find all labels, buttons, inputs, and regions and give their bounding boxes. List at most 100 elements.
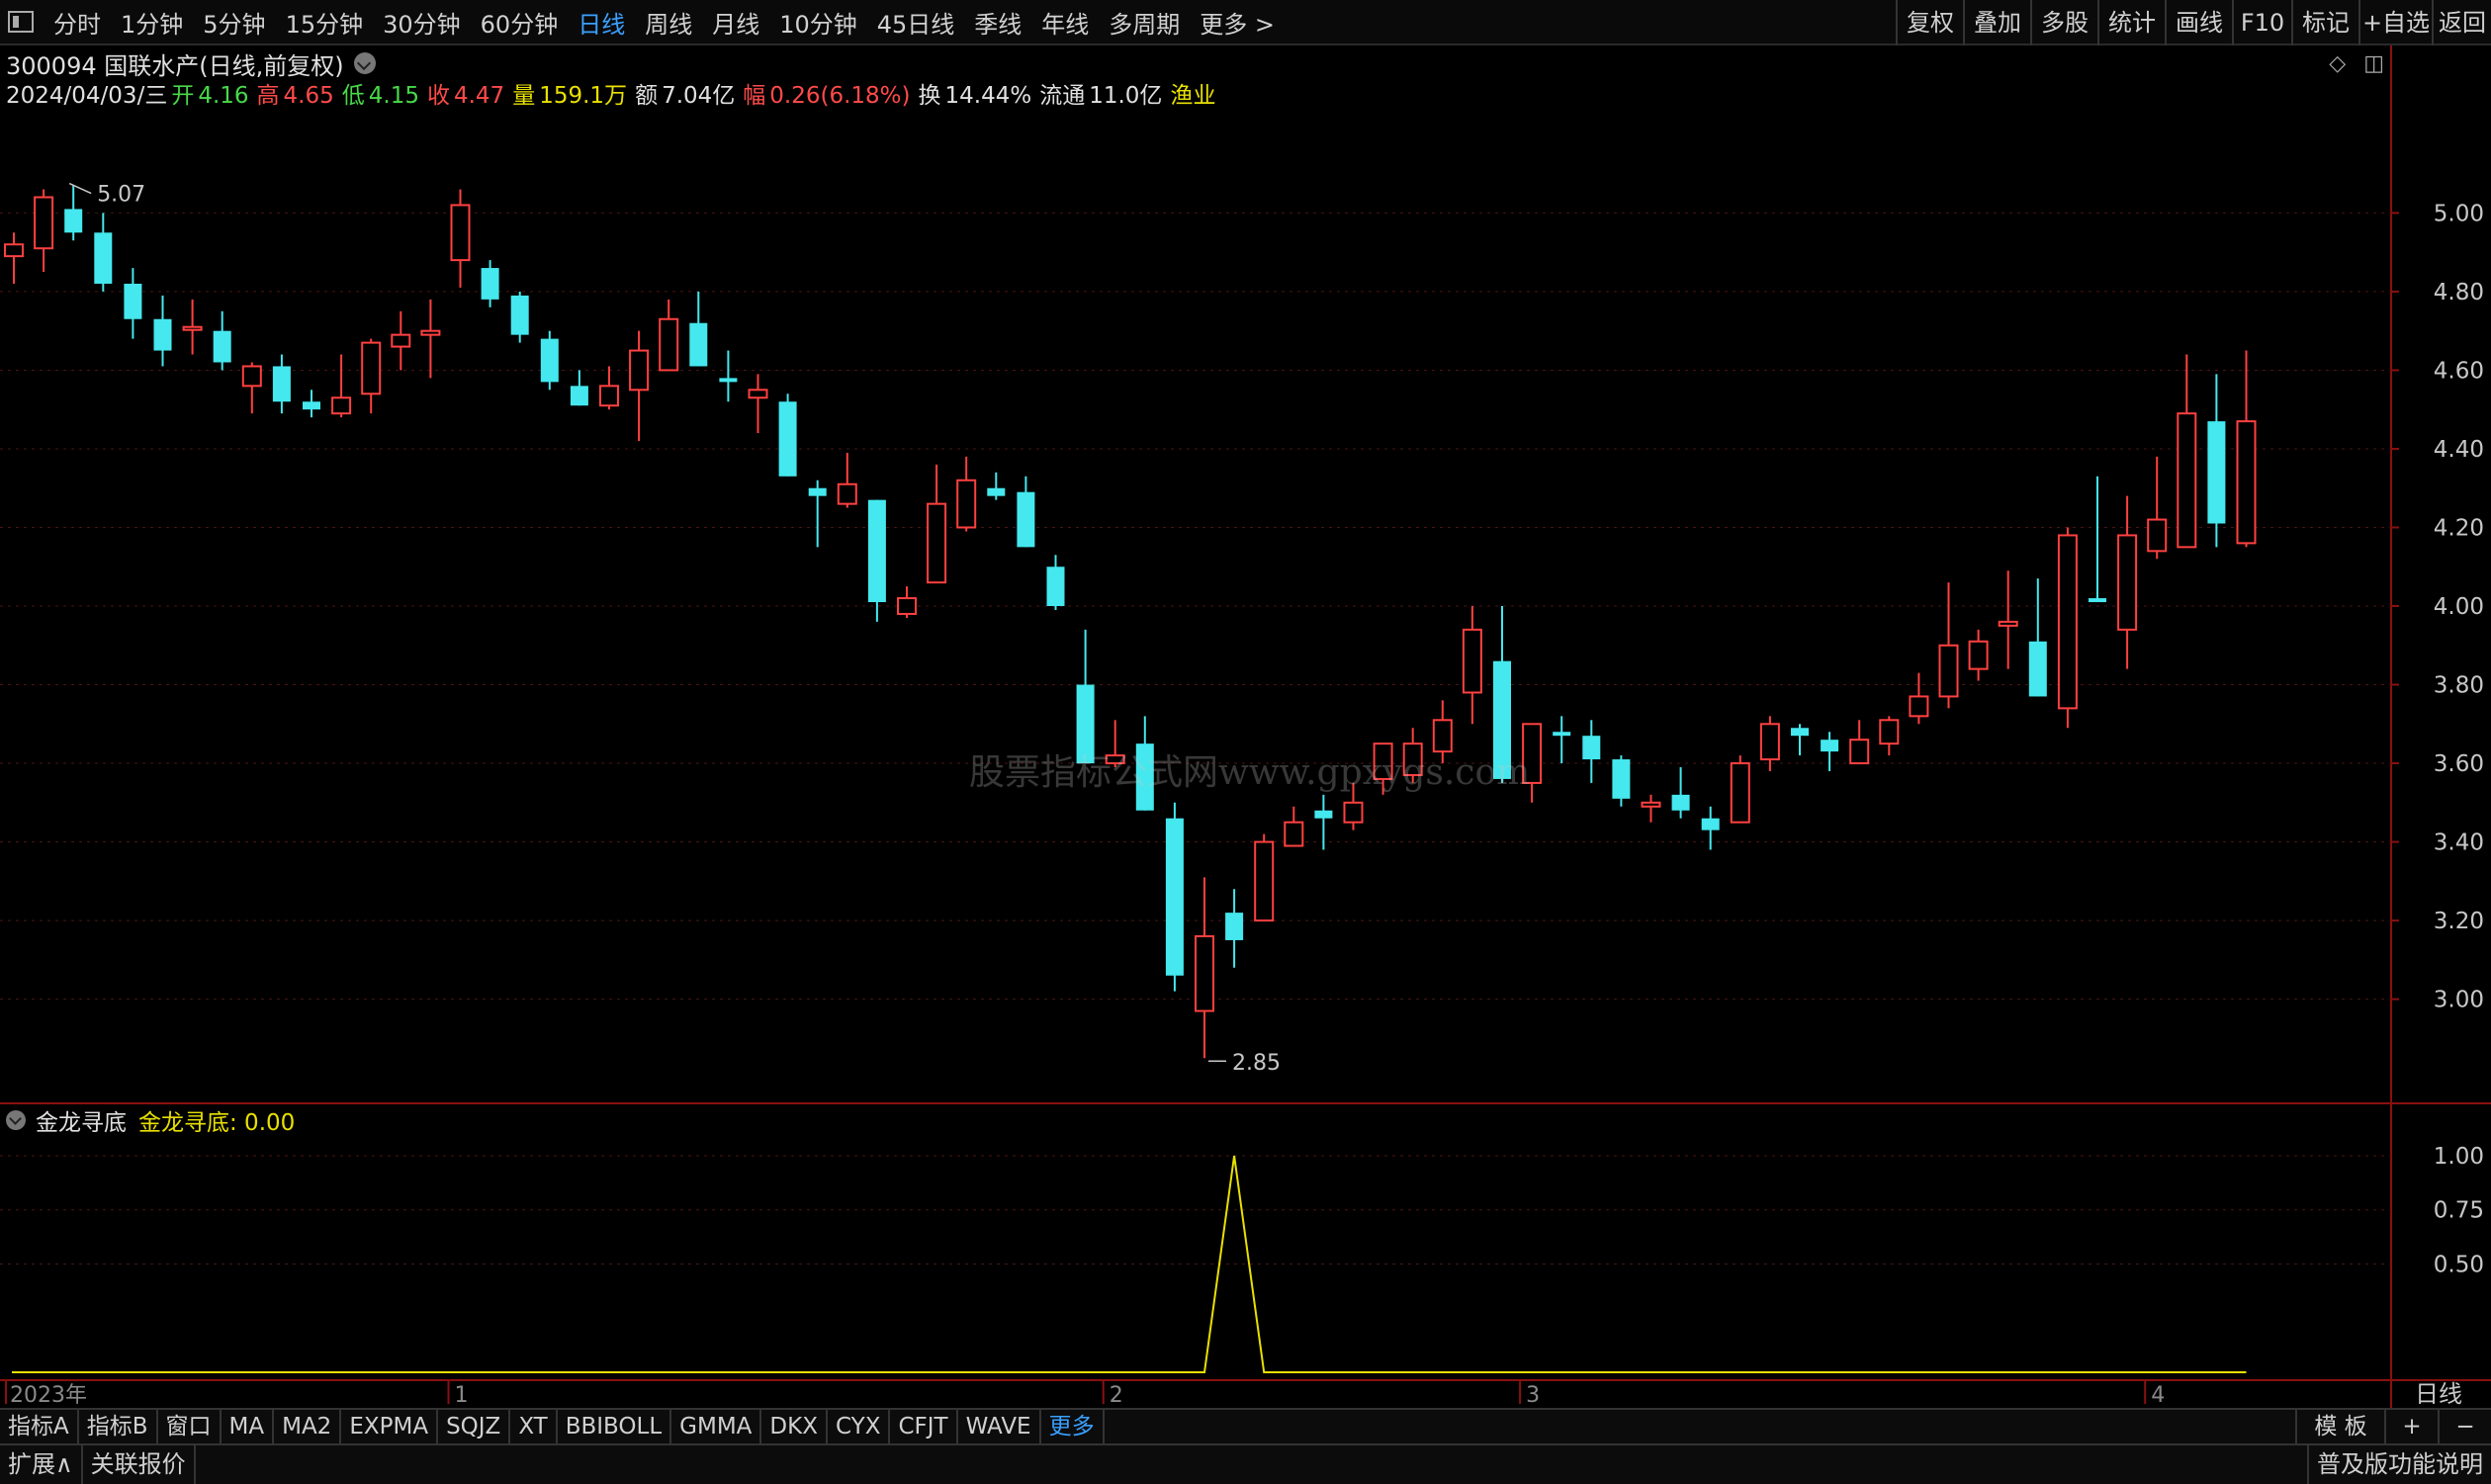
window-menu-icon[interactable] <box>8 11 34 33</box>
candle-body-up <box>1879 719 1900 745</box>
toolbar-button[interactable]: 叠加 <box>1963 0 2030 45</box>
candle-body-up <box>1730 762 1750 824</box>
toolbar-button[interactable]: 多股 <box>2030 0 2097 45</box>
candle-body-down <box>303 401 320 410</box>
toolbar-button[interactable]: 复权 <box>1896 0 1963 45</box>
candle-body-up <box>2147 518 2168 553</box>
watermark: 股票指标公式网www.gpxygs.com <box>969 752 1531 793</box>
indicator-tick-label: 0.75 <box>2434 1198 2484 1224</box>
period-tab[interactable]: 10分钟 <box>769 5 867 40</box>
indicator-tab[interactable]: MA <box>222 1410 275 1443</box>
candle-body-down <box>2207 421 2226 524</box>
x-axis-label: 2 <box>1110 1383 1123 1408</box>
indicator-tab[interactable]: EXPMA <box>341 1410 439 1443</box>
candle-body-up <box>2236 420 2257 545</box>
toolbar-button[interactable]: 标记 <box>2291 0 2358 45</box>
candle-body-down <box>1314 810 1333 819</box>
period-tab[interactable]: 60分钟 <box>471 5 569 40</box>
period-tab[interactable]: 月线 <box>702 5 769 40</box>
help-link[interactable]: 普及版功能说明 <box>2307 1445 2491 1484</box>
period-tab[interactable]: 周线 <box>635 5 702 40</box>
candle-body-up <box>599 385 619 407</box>
candle-body-up <box>1641 801 1661 808</box>
candle-body-up <box>1938 644 1959 698</box>
candle-body-down <box>2028 641 2047 697</box>
indicator-tab[interactable]: 更多 <box>1041 1410 1105 1443</box>
period-tab[interactable]: 30分钟 <box>373 5 471 40</box>
candle-body-up <box>956 479 977 529</box>
indicator-tab[interactable]: 指标B <box>79 1410 158 1443</box>
indicator-tab[interactable]: SQJZ <box>438 1410 511 1443</box>
indicator-tab[interactable]: BBIBOLL <box>558 1410 672 1443</box>
min-price-label: 2.85 <box>1232 1051 1281 1076</box>
period-tab[interactable]: 1分钟 <box>111 5 193 40</box>
chevron-down-icon[interactable] <box>6 1110 26 1130</box>
candle-body-up <box>4 243 24 258</box>
indicator-tab-bar: 指标A 指标B 窗口 MA MA2 EXPMA SQJZ XT BBIBOLL GMMA DKX CY… <box>0 1408 2491 1443</box>
toolbar-button[interactable]: 画线 <box>2165 0 2232 45</box>
period-label: 日线 <box>2415 1380 2462 1408</box>
candle-body-up <box>659 317 679 372</box>
indicator-tab[interactable]: CFJT <box>890 1410 958 1443</box>
candle-body-down <box>570 386 588 406</box>
candle-body-down <box>213 330 231 363</box>
period-tab[interactable]: 15分钟 <box>276 5 374 40</box>
period-tab[interactable]: 季线 <box>964 5 1031 40</box>
price-tick-label: 3.20 <box>2434 909 2484 934</box>
indicator-tab[interactable]: 指标A <box>0 1410 79 1443</box>
candle-body-down <box>1225 913 1244 940</box>
candle-body-up <box>1195 934 1214 1012</box>
status-item[interactable]: 扩展∧ <box>0 1445 83 1484</box>
indicator-tab[interactable]: CYX <box>828 1410 891 1443</box>
candle-body-up <box>2117 534 2138 631</box>
candle-body-down <box>1582 736 1601 760</box>
price-tick-label: 3.60 <box>2434 751 2484 777</box>
template-button[interactable]: 模 板 <box>2295 1410 2384 1443</box>
candlestick-chart[interactable]: 5.00 4.80 4.60 4.40 4.20 4.00 3.80 3.60 3.40 3.20… <box>0 45 2491 1408</box>
toolbar-button[interactable]: 返回 <box>2432 0 2491 45</box>
candle-body-down <box>153 318 172 351</box>
candle-body-down <box>987 487 1006 496</box>
candle-body-up <box>241 365 262 388</box>
period-tab[interactable]: 45日线 <box>867 5 965 40</box>
indicator-tab[interactable]: GMMA <box>671 1410 762 1443</box>
price-tick-label: 4.60 <box>2434 358 2484 384</box>
period-tab[interactable]: 年线 <box>1031 5 1099 40</box>
candle-body-down <box>689 322 708 367</box>
candle-body-down <box>1553 732 1571 737</box>
indicator-tab[interactable]: 窗口 <box>158 1410 222 1443</box>
period-tab[interactable]: 更多 > <box>1190 5 1285 40</box>
indicator-tabs: 指标A 指标B 窗口 MA MA2 EXPMA SQJZ XT BBIBOLL GMMA DKX CY… <box>0 1410 1105 1443</box>
candle-body-up <box>629 349 650 392</box>
candle-body-down <box>1046 567 1065 606</box>
candle-body-up <box>837 482 857 505</box>
stock-chart-app: 分时 1分钟 5分钟 15分钟 30分钟 60分钟 日线 周线 月线 10分钟 45日线 季线 年线 多周… <box>0 0 2491 1484</box>
candle-body-down <box>1612 759 1631 799</box>
zoom-in-button[interactable]: + <box>2384 1410 2438 1443</box>
period-tab[interactable]: 日线 <box>568 5 635 40</box>
candle-body-up <box>391 333 411 348</box>
toolbar-button[interactable]: F10 <box>2232 0 2291 45</box>
candle-body-down <box>719 378 738 383</box>
toolbar-button[interactable]: 统计 <box>2097 0 2165 45</box>
price-tick-label: 4.80 <box>2434 280 2484 306</box>
zoom-out-button[interactable]: − <box>2438 1410 2491 1443</box>
period-tab[interactable]: 5分钟 <box>193 5 275 40</box>
period-tab[interactable]: 分时 <box>44 5 111 40</box>
indicator-tab[interactable]: WAVE <box>958 1410 1041 1443</box>
candle-body-down <box>94 232 113 284</box>
toolbar-button[interactable]: +自选 <box>2358 0 2432 45</box>
period-tab[interactable]: 多周期 <box>1099 5 1190 40</box>
candle-body-up <box>748 389 768 399</box>
indicator-tick-label: 1.00 <box>2434 1144 2484 1170</box>
indicator-tab[interactable]: DKX <box>761 1410 828 1443</box>
status-item[interactable]: 关联报价 <box>83 1445 196 1484</box>
candle-body-down <box>1165 818 1184 976</box>
indicator-line <box>12 1155 2247 1373</box>
candle-body-up <box>34 196 54 250</box>
candle-body-down <box>2089 598 2106 603</box>
indicator-tab[interactable]: XT <box>510 1410 558 1443</box>
indicator-tab[interactable]: MA2 <box>274 1410 342 1443</box>
candle-body-up <box>1849 739 1870 765</box>
indicator-name[interactable]: 金龙寻底 <box>36 1103 127 1137</box>
